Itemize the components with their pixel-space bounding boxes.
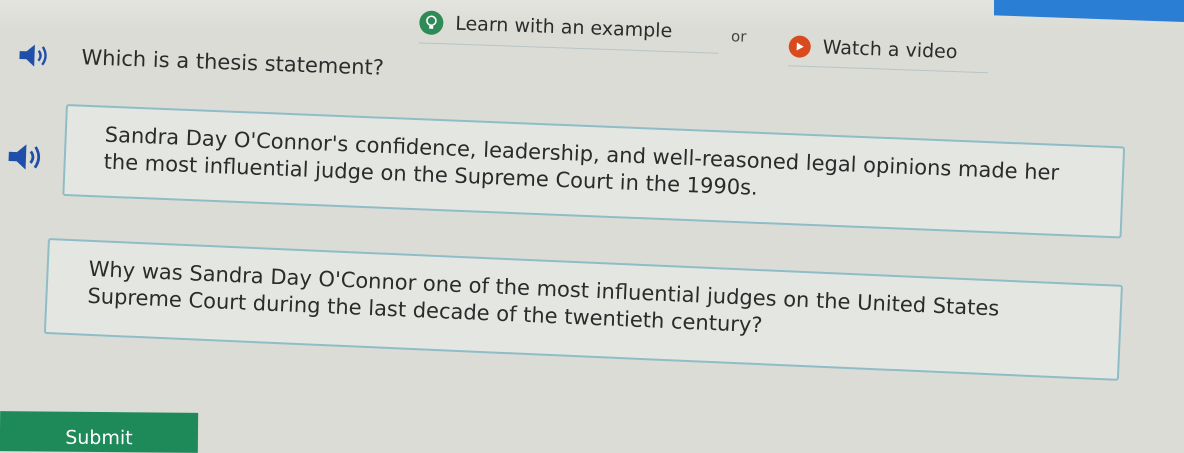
speaker-icon[interactable] <box>5 141 46 172</box>
answer-option-2[interactable]: Why was Sandra Day O'Connor one of the m… <box>43 238 1123 381</box>
play-icon <box>788 35 812 59</box>
lightbulb-icon <box>418 10 444 36</box>
answer-option-2-text: Why was Sandra Day O'Connor one of the m… <box>86 256 1000 338</box>
speaker-icon[interactable] <box>17 42 52 69</box>
watch-video-label: Watch a video <box>822 36 958 64</box>
question-text: Which is a thesis statement? <box>81 45 385 80</box>
learn-with-example-link[interactable]: Learn with an example <box>418 10 720 54</box>
submit-button[interactable]: Submit <box>0 411 199 453</box>
or-separator: or <box>730 27 747 46</box>
answer-option-1-text: Sandra Day O'Connor's confidence, leader… <box>103 122 1060 200</box>
watch-video-link[interactable]: Watch a video <box>788 35 990 74</box>
learn-with-example-label: Learn with an example <box>454 12 673 43</box>
answer-option-1[interactable]: Sandra Day O'Connor's confidence, leader… <box>62 104 1126 239</box>
